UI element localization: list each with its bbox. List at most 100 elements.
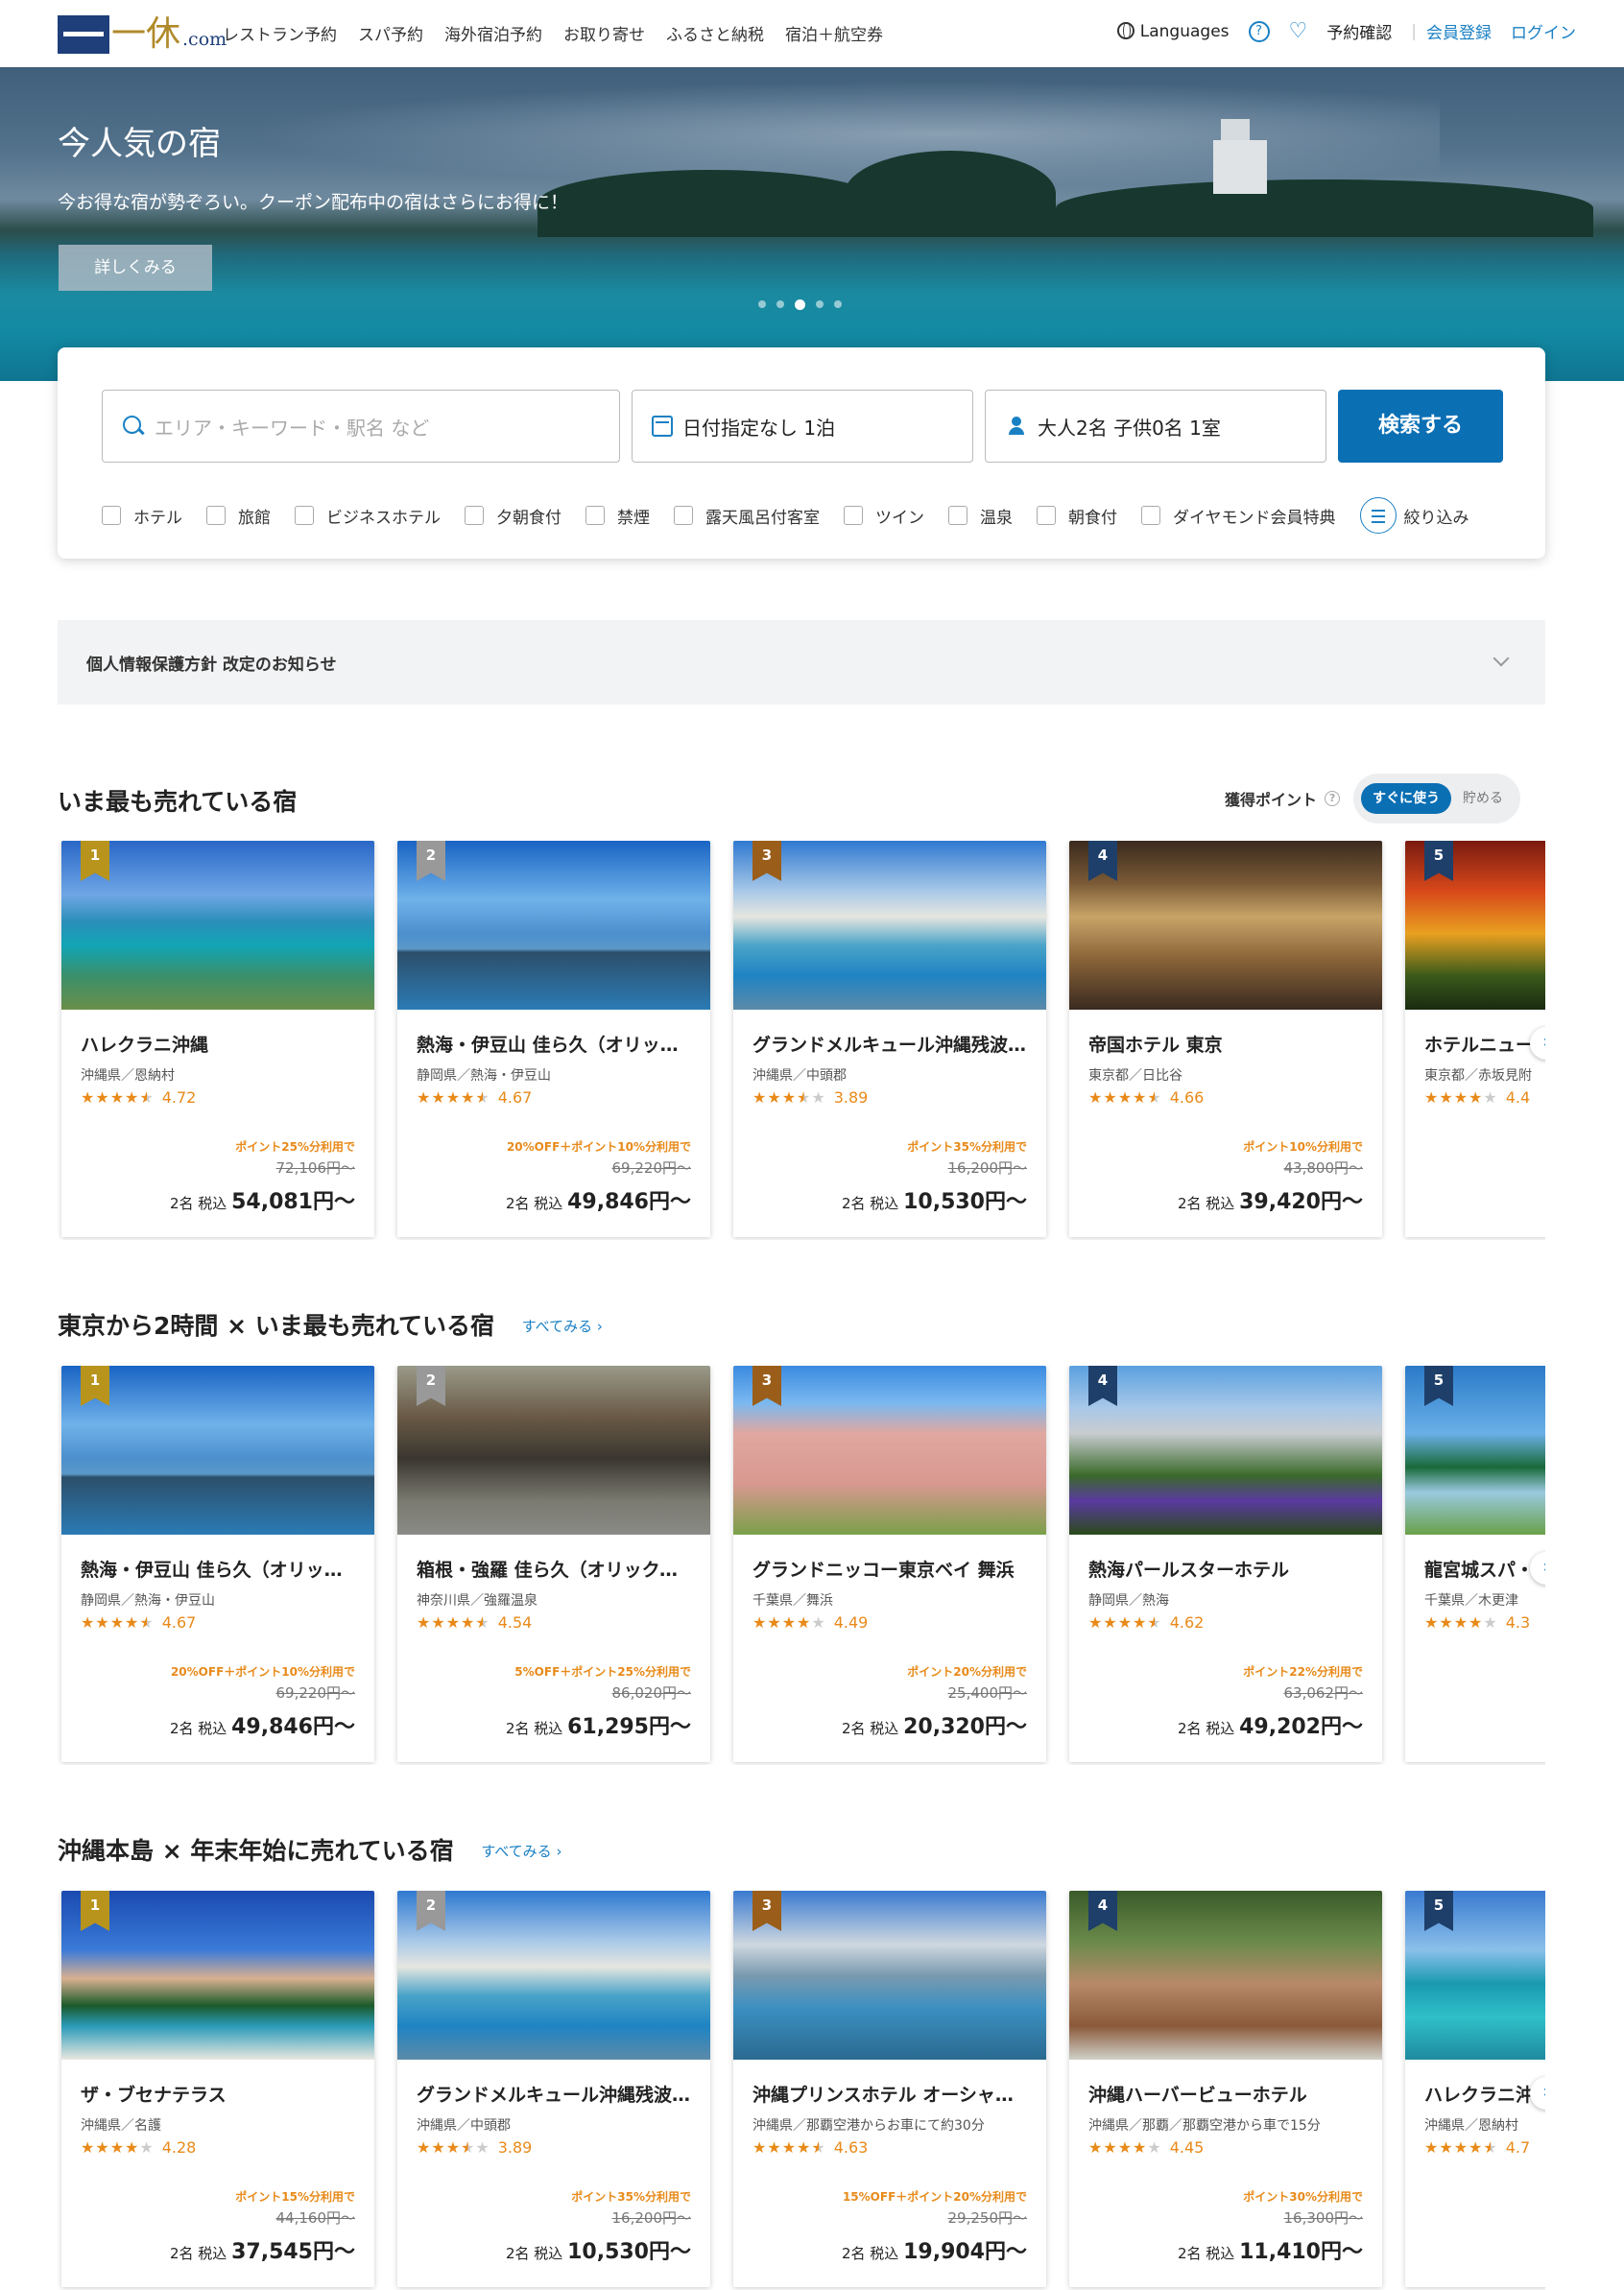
filter-two-meals[interactable]: 夕朝食付: [465, 504, 561, 528]
hotel-name[interactable]: 熱海・伊豆山 佳ら久（オリックス…: [81, 1556, 359, 1582]
carousel-dot[interactable]: [834, 300, 842, 308]
star-full-icon: ★: [109, 1613, 126, 1632]
star-half-icon: ★: [139, 1613, 155, 1632]
hotel-name[interactable]: ハレクラニ沖縄: [81, 1031, 359, 1057]
hotel-card[interactable]: 4 熱海パールスターホテル 静岡県／熱海 ★★★★★ 4.62 ポイント22%分利用で 63…: [1069, 1366, 1382, 1762]
star-full-icon: ★: [797, 2138, 812, 2157]
star-empty-icon: ★: [811, 1613, 826, 1632]
help-icon[interactable]: ?: [1325, 791, 1341, 806]
star-full-icon: ★: [781, 1613, 798, 1632]
checkbox[interactable]: [844, 506, 863, 525]
nav-restaurant[interactable]: レストラン予約: [223, 21, 337, 45]
checkbox[interactable]: [465, 506, 484, 525]
checkbox[interactable]: [585, 506, 605, 525]
help-icon[interactable]: ?: [1248, 20, 1270, 42]
price: 2名 税込 49,202円〜: [1178, 1709, 1363, 1740]
hotel-card[interactable]: 2 グランドメルキュール沖縄残波岬… 沖縄県／中頭郡 ★★★★★ 3.89 ポイント35%…: [397, 1891, 710, 2287]
checkbox[interactable]: [1037, 506, 1056, 525]
carousel-dots: [758, 298, 842, 310]
register-link[interactable]: 会員登録: [1426, 19, 1492, 43]
hotel-card[interactable]: 3 グランドニッコー東京ベイ 舞浜 千葉県／舞浜 ★★★★★ 4.49 ポイント20%分利…: [733, 1366, 1046, 1762]
hotel-name[interactable]: 龍宮城スパ・ホテル三日月: [1424, 1556, 1545, 1582]
hotel-card[interactable]: 2 箱根・強羅 佳ら久（オリックス… 神奈川県／強羅温泉 ★★★★★ 4.54 5%OFF…: [397, 1366, 710, 1762]
star-full-icon: ★: [125, 1613, 140, 1632]
filter-business-hotel[interactable]: ビジネスホテル: [295, 504, 441, 528]
hotel-card[interactable]: 3 グランドメルキュール沖縄残波岬… 沖縄県／中頭郡 ★★★★★ 3.89 ポイント35%…: [733, 841, 1046, 1237]
hotel-name[interactable]: ハレクラニ沖縄: [1424, 2081, 1545, 2107]
languages-button[interactable]: Languages: [1116, 21, 1230, 41]
carousel-dot-active[interactable]: [795, 298, 805, 310]
see-all-link[interactable]: すべてみる ›: [522, 1318, 603, 1335]
hotel-rating: ★★★★★ 3.89: [417, 2138, 532, 2157]
carousel-dot[interactable]: [758, 300, 766, 308]
favorites-heart-icon[interactable]: ♡: [1289, 20, 1308, 41]
filter-ryokan[interactable]: 旅館: [206, 504, 271, 528]
search-button[interactable]: 検索する: [1338, 390, 1503, 463]
nav-overseas[interactable]: 海外宿泊予約: [444, 21, 542, 45]
hotel-name[interactable]: 帝国ホテル 東京: [1088, 1031, 1367, 1057]
star-full-icon: ★: [1133, 1088, 1148, 1107]
save-option[interactable]: 貯める: [1463, 783, 1503, 814]
checkbox[interactable]: [1141, 506, 1160, 525]
refine-button[interactable]: 絞り込み: [1359, 497, 1469, 534]
see-all-link[interactable]: すべてみる ›: [481, 1843, 561, 1860]
hotel-card[interactable]: 2 熱海・伊豆山 佳ら久（オリックス… 静岡県／熱海・伊豆山 ★★★★★ 4.67 20%…: [397, 841, 710, 1237]
hotel-name[interactable]: 沖縄ハーバービューホテル: [1088, 2081, 1367, 2107]
filter-diamond[interactable]: ダイヤモンド会員特典: [1141, 504, 1336, 528]
filter-label: 露天風呂付客室: [705, 508, 820, 528]
nav-spa[interactable]: スパ予約: [358, 21, 423, 45]
checkbox[interactable]: [948, 506, 967, 525]
checkbox[interactable]: [102, 506, 121, 525]
hotel-name[interactable]: グランドメルキュール沖縄残波岬…: [752, 1031, 1031, 1057]
hotel-card[interactable]: 5龍宮城スパ・ホテル三日月千葉県／木更津★★★★★4.320%2名: [1405, 1366, 1545, 1762]
use-now-option[interactable]: すぐに使う: [1361, 783, 1452, 814]
carousel-dot[interactable]: [816, 300, 824, 308]
hotel-card[interactable]: 4 帝国ホテル 東京 東京都／日比谷 ★★★★★ 4.66 ポイント10%分利用で 43,8…: [1069, 841, 1382, 1237]
checkbox[interactable]: [295, 506, 314, 525]
points-toggle[interactable]: すぐに使う 貯める: [1353, 774, 1521, 823]
hotel-card[interactable]: 5ホテルニューオータニ東京都／赤坂見附★★★★★4.42名: [1405, 841, 1545, 1237]
hotel-name[interactable]: ホテルニューオータニ: [1424, 1031, 1545, 1057]
nav-gourmet[interactable]: お取り寄せ: [563, 21, 645, 45]
hotel-name[interactable]: 沖縄プリンスホテル オーシャンビ…: [752, 2081, 1031, 2107]
hotel-rating: ★★★★★ 4.62: [1088, 1613, 1204, 1632]
hero-details-button[interactable]: 詳しくみる: [59, 245, 212, 291]
hotel-card[interactable]: 5ハレクラニ沖縄沖縄県／恩納村★★★★★4.72名: [1405, 1891, 1545, 2287]
filter-label: 朝食付: [1068, 508, 1117, 528]
notice-accordion[interactable]: 個人情報保護方針 改定のお知らせ: [58, 620, 1545, 704]
filter-non-smoking[interactable]: 禁煙: [585, 504, 650, 528]
star-full-icon: ★: [81, 1613, 96, 1632]
filter-onsen[interactable]: 温泉: [948, 504, 1013, 528]
filter-twin[interactable]: ツイン: [844, 504, 924, 528]
date-selector[interactable]: 日付指定なし 1泊: [632, 390, 973, 463]
hotel-card[interactable]: 3 沖縄プリンスホテル オーシャンビ… 沖縄県／那覇空港からお車にて約30分 ★★★★…: [733, 1891, 1046, 2287]
hotel-card[interactable]: 1 ハレクラニ沖縄 沖縄県／恩納村 ★★★★★ 4.72 ポイント25%分利用で 72,10…: [61, 841, 374, 1237]
nav-dp[interactable]: 宿泊＋航空券: [785, 21, 883, 45]
hotel-card[interactable]: 4 沖縄ハーバービューホテル 沖縄県／那覇／那覇空港から車で15分 ★★★★★ 4.45…: [1069, 1891, 1382, 2287]
hotel-name[interactable]: 熱海パールスターホテル: [1088, 1556, 1367, 1582]
filter-open-air-bath[interactable]: 露天風呂付客室: [674, 504, 820, 528]
quick-filters: ホテル 旅館 ビジネスホテル 夕朝食付 禁煙 露天風呂付客室 ツイン 温泉 朝食…: [102, 497, 1469, 534]
hotel-name[interactable]: グランドメルキュール沖縄残波岬…: [417, 2081, 695, 2107]
filter-hotel[interactable]: ホテル: [102, 504, 182, 528]
login-link[interactable]: ログイン: [1511, 19, 1576, 43]
keyword-search-input[interactable]: エリア・キーワード・駅名 など: [102, 390, 620, 463]
hotel-name[interactable]: 熱海・伊豆山 佳ら久（オリックス…: [417, 1031, 695, 1057]
hotel-card[interactable]: 1 熱海・伊豆山 佳ら久（オリックス… 静岡県／熱海・伊豆山 ★★★★★ 4.67 20%…: [61, 1366, 374, 1762]
original-price: 29,250円〜: [947, 2209, 1028, 2227]
star-half-icon: ★: [461, 2138, 476, 2157]
checkbox[interactable]: [674, 506, 693, 525]
hotel-name[interactable]: ザ・ブセナテラス: [81, 2081, 359, 2107]
checkbox[interactable]: [206, 506, 226, 525]
hotel-name[interactable]: 箱根・強羅 佳ら久（オリックス…: [417, 1556, 695, 1582]
carousel-dot[interactable]: [776, 300, 784, 308]
ikyu-logo[interactable]: 一休 .com: [58, 12, 227, 54]
hotel-card[interactable]: 1 ザ・ブセナテラス 沖縄県／名護 ★★★★★ 4.28 ポイント15%分利用で 44,16…: [61, 1891, 374, 2287]
hero-banner[interactable]: 今人気の宿 今お得な宿が勢ぞろい。クーポン配布中の宿はさらにお得に！ 詳しくみる: [0, 67, 1624, 381]
hotel-name[interactable]: グランドニッコー東京ベイ 舞浜: [752, 1556, 1031, 1582]
reservation-check-link[interactable]: 予約確認: [1326, 19, 1392, 43]
filter-breakfast[interactable]: 朝食付: [1037, 504, 1117, 528]
nav-furusato[interactable]: ふるさと納税: [666, 21, 764, 45]
guests-selector[interactable]: 大人2名 子供0名 1室: [985, 390, 1326, 463]
hotel-location: 沖縄県／中頭郡: [752, 1068, 847, 1084]
